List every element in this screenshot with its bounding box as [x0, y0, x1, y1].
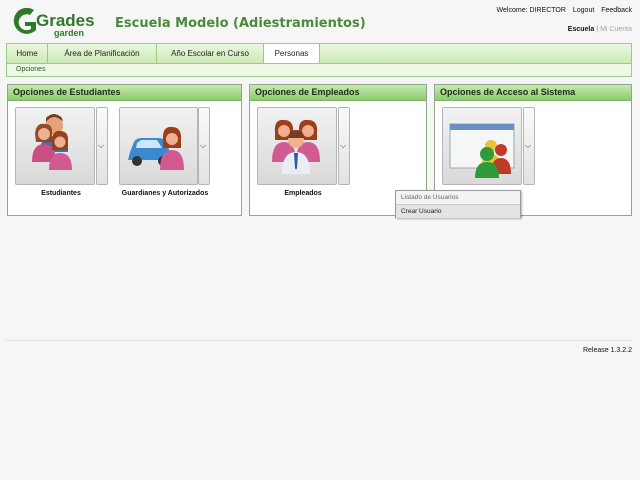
car-icon: [128, 126, 184, 170]
chevron-down-icon: ⌵: [98, 141, 105, 150]
empleados-label: Empleados: [284, 190, 322, 197]
main-navbar: Home Área de Planificación Año Escolar e…: [6, 43, 632, 64]
top-links: Welcome: DIRECTOR Logout Feedback: [497, 7, 632, 14]
release-version: Release 1.3.2.2: [582, 347, 632, 354]
usuarios-dropdown-menu: Listado de Usuarios Crear Usuario: [395, 190, 521, 218]
feedback-link[interactable]: Feedback: [601, 7, 632, 14]
school-title: Escuela Modelo (Adiestramientos): [115, 16, 366, 31]
subnav-opciones[interactable]: Opciones: [16, 66, 46, 73]
role-links: Escuela | Mi Cuenta: [568, 26, 632, 33]
guardianes-button[interactable]: [119, 107, 198, 185]
logout-link[interactable]: Logout: [573, 7, 594, 14]
people-icon: [272, 119, 320, 174]
estudiantes-button[interactable]: [15, 107, 95, 185]
logo-text-sub: garden: [54, 28, 84, 38]
role-escuela-link[interactable]: Escuela: [568, 26, 594, 33]
role-mi-cuenta-link[interactable]: Mi Cuenta: [600, 26, 632, 33]
estudiantes-label: Estudiantes: [41, 190, 81, 197]
role-separator: |: [596, 26, 599, 33]
people-icon: [32, 114, 72, 170]
menu-item-listado-usuarios[interactable]: Listado de Usuarios: [396, 191, 520, 204]
panel-title: Opciones de Acceso al Sistema: [435, 85, 631, 101]
empleados-dropdown-button[interactable]: ⌵: [338, 107, 350, 185]
panel-estudiantes: Opciones de Estudiantes ⌵ Estudiantes ⌵ …: [7, 84, 242, 216]
window-icon: [449, 123, 515, 178]
guardianes-dropdown-button[interactable]: ⌵: [198, 107, 210, 185]
usuarios-button[interactable]: [442, 107, 522, 185]
chevron-down-icon: ⌵: [200, 141, 207, 150]
guardianes-label: Guardianes y Autorizados: [121, 190, 209, 197]
chevron-down-icon: ⌵: [525, 141, 532, 150]
tab-personas[interactable]: Personas: [264, 44, 320, 64]
footer-divider: [6, 340, 632, 341]
menu-item-crear-usuario[interactable]: Crear Usuario: [396, 204, 520, 218]
welcome-text: Welcome: DIRECTOR: [496, 7, 566, 14]
tab-ano-escolar[interactable]: Año Escolar en Curso: [157, 44, 264, 63]
panel-title: Opciones de Estudiantes: [8, 85, 241, 101]
chevron-down-icon: ⌵: [340, 141, 347, 150]
tab-area-planificacion[interactable]: Área de Planificación: [48, 44, 157, 63]
empleados-button[interactable]: [257, 107, 337, 185]
grades-garden-logo[interactable]: Grades garden: [8, 6, 104, 38]
panel-title: Opciones de Empleados: [250, 85, 426, 101]
tab-home[interactable]: Home: [7, 44, 48, 63]
subnav-bar: Opciones: [6, 63, 632, 77]
estudiantes-dropdown-button[interactable]: ⌵: [96, 107, 108, 185]
usuarios-dropdown-button[interactable]: ⌵: [523, 107, 535, 185]
